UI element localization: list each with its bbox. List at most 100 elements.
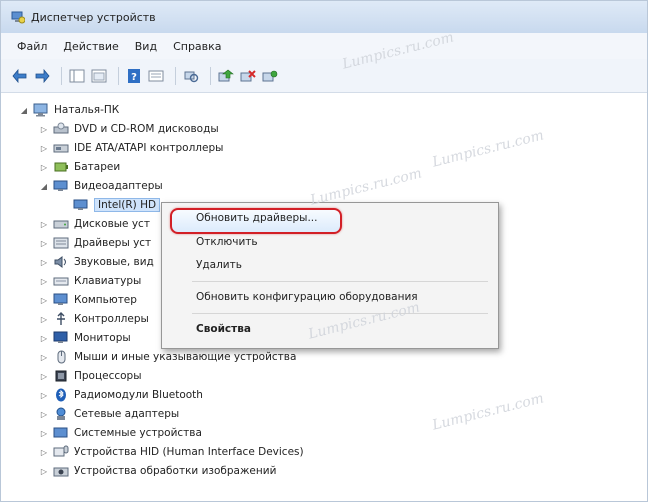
processor-icon bbox=[53, 369, 69, 383]
expand-icon[interactable]: ▷ bbox=[39, 219, 49, 229]
tree-item-label: Устройства обработки изображений bbox=[74, 465, 277, 477]
tree-item-label: IDE ATA/ATAPI контроллеры bbox=[74, 142, 224, 154]
tree-item-imaging[interactable]: ▷ Устройства обработки изображений bbox=[39, 462, 277, 480]
disable-menu-item[interactable]: Отключить bbox=[196, 236, 258, 248]
menu-view[interactable]: Вид bbox=[127, 40, 165, 53]
tree-item-label: Системные устройства bbox=[74, 427, 202, 439]
expand-icon[interactable]: ▷ bbox=[39, 124, 49, 134]
display-adapter-icon bbox=[53, 179, 69, 193]
expand-icon[interactable]: ▷ bbox=[39, 314, 49, 324]
toolbar-separator bbox=[118, 66, 119, 85]
tree-root-label: Наталья-ПК bbox=[54, 104, 120, 116]
menu-bar: Файл Действие Вид Справка bbox=[1, 33, 647, 60]
expand-icon[interactable]: ▷ bbox=[39, 238, 49, 248]
expand-icon[interactable]: ▷ bbox=[39, 428, 49, 438]
ide-controller-icon bbox=[53, 141, 69, 155]
toolbar: ? bbox=[1, 59, 647, 93]
view-icon[interactable] bbox=[147, 67, 165, 85]
tree-item-monitors[interactable]: ▷ Мониторы bbox=[39, 329, 131, 347]
computer-icon bbox=[53, 293, 69, 307]
scan-icon[interactable] bbox=[182, 67, 200, 85]
menu-separator bbox=[192, 313, 488, 314]
tree-item-label: Процессоры bbox=[74, 370, 142, 382]
update-drivers-menu-item[interactable]: Обновить драйверы... bbox=[196, 212, 317, 224]
tree-item-label: Устройства HID (Human Interface Devices) bbox=[74, 446, 304, 458]
tree-item-keyboards[interactable]: ▷ Клавиатуры bbox=[39, 272, 141, 290]
toolbar-separator bbox=[210, 66, 211, 85]
properties-menu-item[interactable]: Свойства bbox=[196, 323, 251, 335]
tree-item-display-adapters[interactable]: ◢ Видеоадаптеры bbox=[39, 177, 163, 195]
properties-pane-icon[interactable] bbox=[68, 67, 86, 85]
tree-item-disk-drives[interactable]: ▷ Дисковые уст bbox=[39, 215, 150, 233]
tree-item-intel-hd[interactable]: Intel(R) HD bbox=[61, 196, 161, 214]
expand-icon[interactable]: ▷ bbox=[39, 390, 49, 400]
tree-item-sound[interactable]: ▷ Звуковые, вид bbox=[39, 253, 154, 271]
toolbar-separator bbox=[61, 66, 62, 85]
tree-item-hid[interactable]: ▷ Устройства HID (Human Interface Device… bbox=[39, 443, 304, 461]
tree-item-batteries[interactable]: ▷ Батареи bbox=[39, 158, 120, 176]
expand-icon[interactable]: ▷ bbox=[39, 466, 49, 476]
expand-icon[interactable]: ▷ bbox=[39, 352, 49, 362]
tree-item-system[interactable]: ▷ Системные устройства bbox=[39, 424, 202, 442]
tree-item-label: DVD и CD-ROM дисководы bbox=[74, 123, 219, 135]
tree-item-network[interactable]: ▷ Сетевые адаптеры bbox=[39, 405, 179, 423]
expand-icon[interactable]: ▷ bbox=[39, 276, 49, 286]
rollback-icon[interactable] bbox=[261, 67, 279, 85]
forward-icon[interactable] bbox=[33, 67, 51, 85]
tree-item-bluetooth[interactable]: ▷ Радиомодули Bluetooth bbox=[39, 386, 203, 404]
monitor-icon bbox=[53, 331, 69, 345]
tree-item-label: Звуковые, вид bbox=[74, 256, 154, 268]
tree-item-label: Драйверы уст bbox=[74, 237, 152, 249]
tree-item-label: Мыши и иные указывающие устройства bbox=[74, 351, 297, 363]
window-title: Диспетчер устройств bbox=[31, 10, 156, 24]
menu-file[interactable]: Файл bbox=[9, 40, 55, 53]
tree-item-mice[interactable]: ▷ Мыши и иные указывающие устройства bbox=[39, 348, 296, 366]
tree-item-dvd[interactable]: ▷ DVD и CD-ROM дисководы bbox=[39, 120, 219, 138]
tree-root[interactable]: ◢ Наталья-ПК bbox=[19, 101, 119, 119]
tree-item-label: Дисковые уст bbox=[74, 218, 150, 230]
update-driver-icon[interactable] bbox=[217, 67, 235, 85]
title-bar: Диспетчер устройств bbox=[1, 1, 647, 33]
disable-icon[interactable] bbox=[239, 67, 257, 85]
help-icon[interactable]: ? bbox=[125, 67, 143, 85]
system-device-icon bbox=[53, 426, 69, 440]
storage-controller-icon bbox=[53, 236, 69, 250]
svg-text:?: ? bbox=[131, 72, 137, 83]
scan-hardware-menu-item[interactable]: Обновить конфигурацию оборудования bbox=[196, 291, 418, 303]
menu-separator bbox=[192, 281, 488, 282]
tree-item-computer[interactable]: ▷ Компьютер bbox=[39, 291, 137, 309]
expand-icon[interactable]: ▷ bbox=[39, 143, 49, 153]
expand-icon[interactable]: ▷ bbox=[39, 295, 49, 305]
menu-help[interactable]: Справка bbox=[165, 40, 229, 53]
bluetooth-icon bbox=[53, 388, 69, 402]
expand-icon[interactable]: ▷ bbox=[39, 333, 49, 343]
tree-item-label: Батареи bbox=[74, 161, 121, 173]
tree-item-processors[interactable]: ▷ Процессоры bbox=[39, 367, 142, 385]
usb-controller-icon bbox=[53, 312, 69, 326]
mouse-icon bbox=[53, 350, 69, 364]
tree-item-storage-drivers[interactable]: ▷ Драйверы уст bbox=[39, 234, 151, 252]
expand-icon[interactable]: ▷ bbox=[39, 409, 49, 419]
collapse-icon[interactable]: ◢ bbox=[39, 181, 49, 191]
tree-item-label: Клавиатуры bbox=[74, 275, 142, 287]
network-adapter-icon bbox=[53, 407, 69, 421]
back-icon[interactable] bbox=[11, 67, 29, 85]
collapse-icon[interactable]: ◢ bbox=[19, 105, 29, 115]
tree-item-label: Сетевые адаптеры bbox=[74, 408, 180, 420]
menu-action[interactable]: Действие bbox=[55, 40, 126, 53]
tree-item-label: Радиомодули Bluetooth bbox=[74, 389, 203, 401]
tree-item-controllers[interactable]: ▷ Контроллеры bbox=[39, 310, 149, 328]
expand-icon[interactable]: ▷ bbox=[39, 371, 49, 381]
expand-icon[interactable]: ▷ bbox=[39, 162, 49, 172]
tree-item-label: Компьютер bbox=[74, 294, 137, 306]
speaker-icon bbox=[53, 255, 69, 269]
expand-icon[interactable]: ▷ bbox=[39, 257, 49, 267]
tree-item-label: Мониторы bbox=[74, 332, 131, 344]
tree-item-ide[interactable]: ▷ IDE ATA/ATAPI контроллеры bbox=[39, 139, 224, 157]
dvd-drive-icon bbox=[53, 122, 69, 136]
show-hide-icon[interactable] bbox=[90, 67, 108, 85]
expand-icon[interactable]: ▷ bbox=[39, 447, 49, 457]
toolbar-separator bbox=[175, 66, 176, 85]
battery-icon bbox=[53, 160, 69, 174]
delete-menu-item[interactable]: Удалить bbox=[196, 259, 242, 271]
